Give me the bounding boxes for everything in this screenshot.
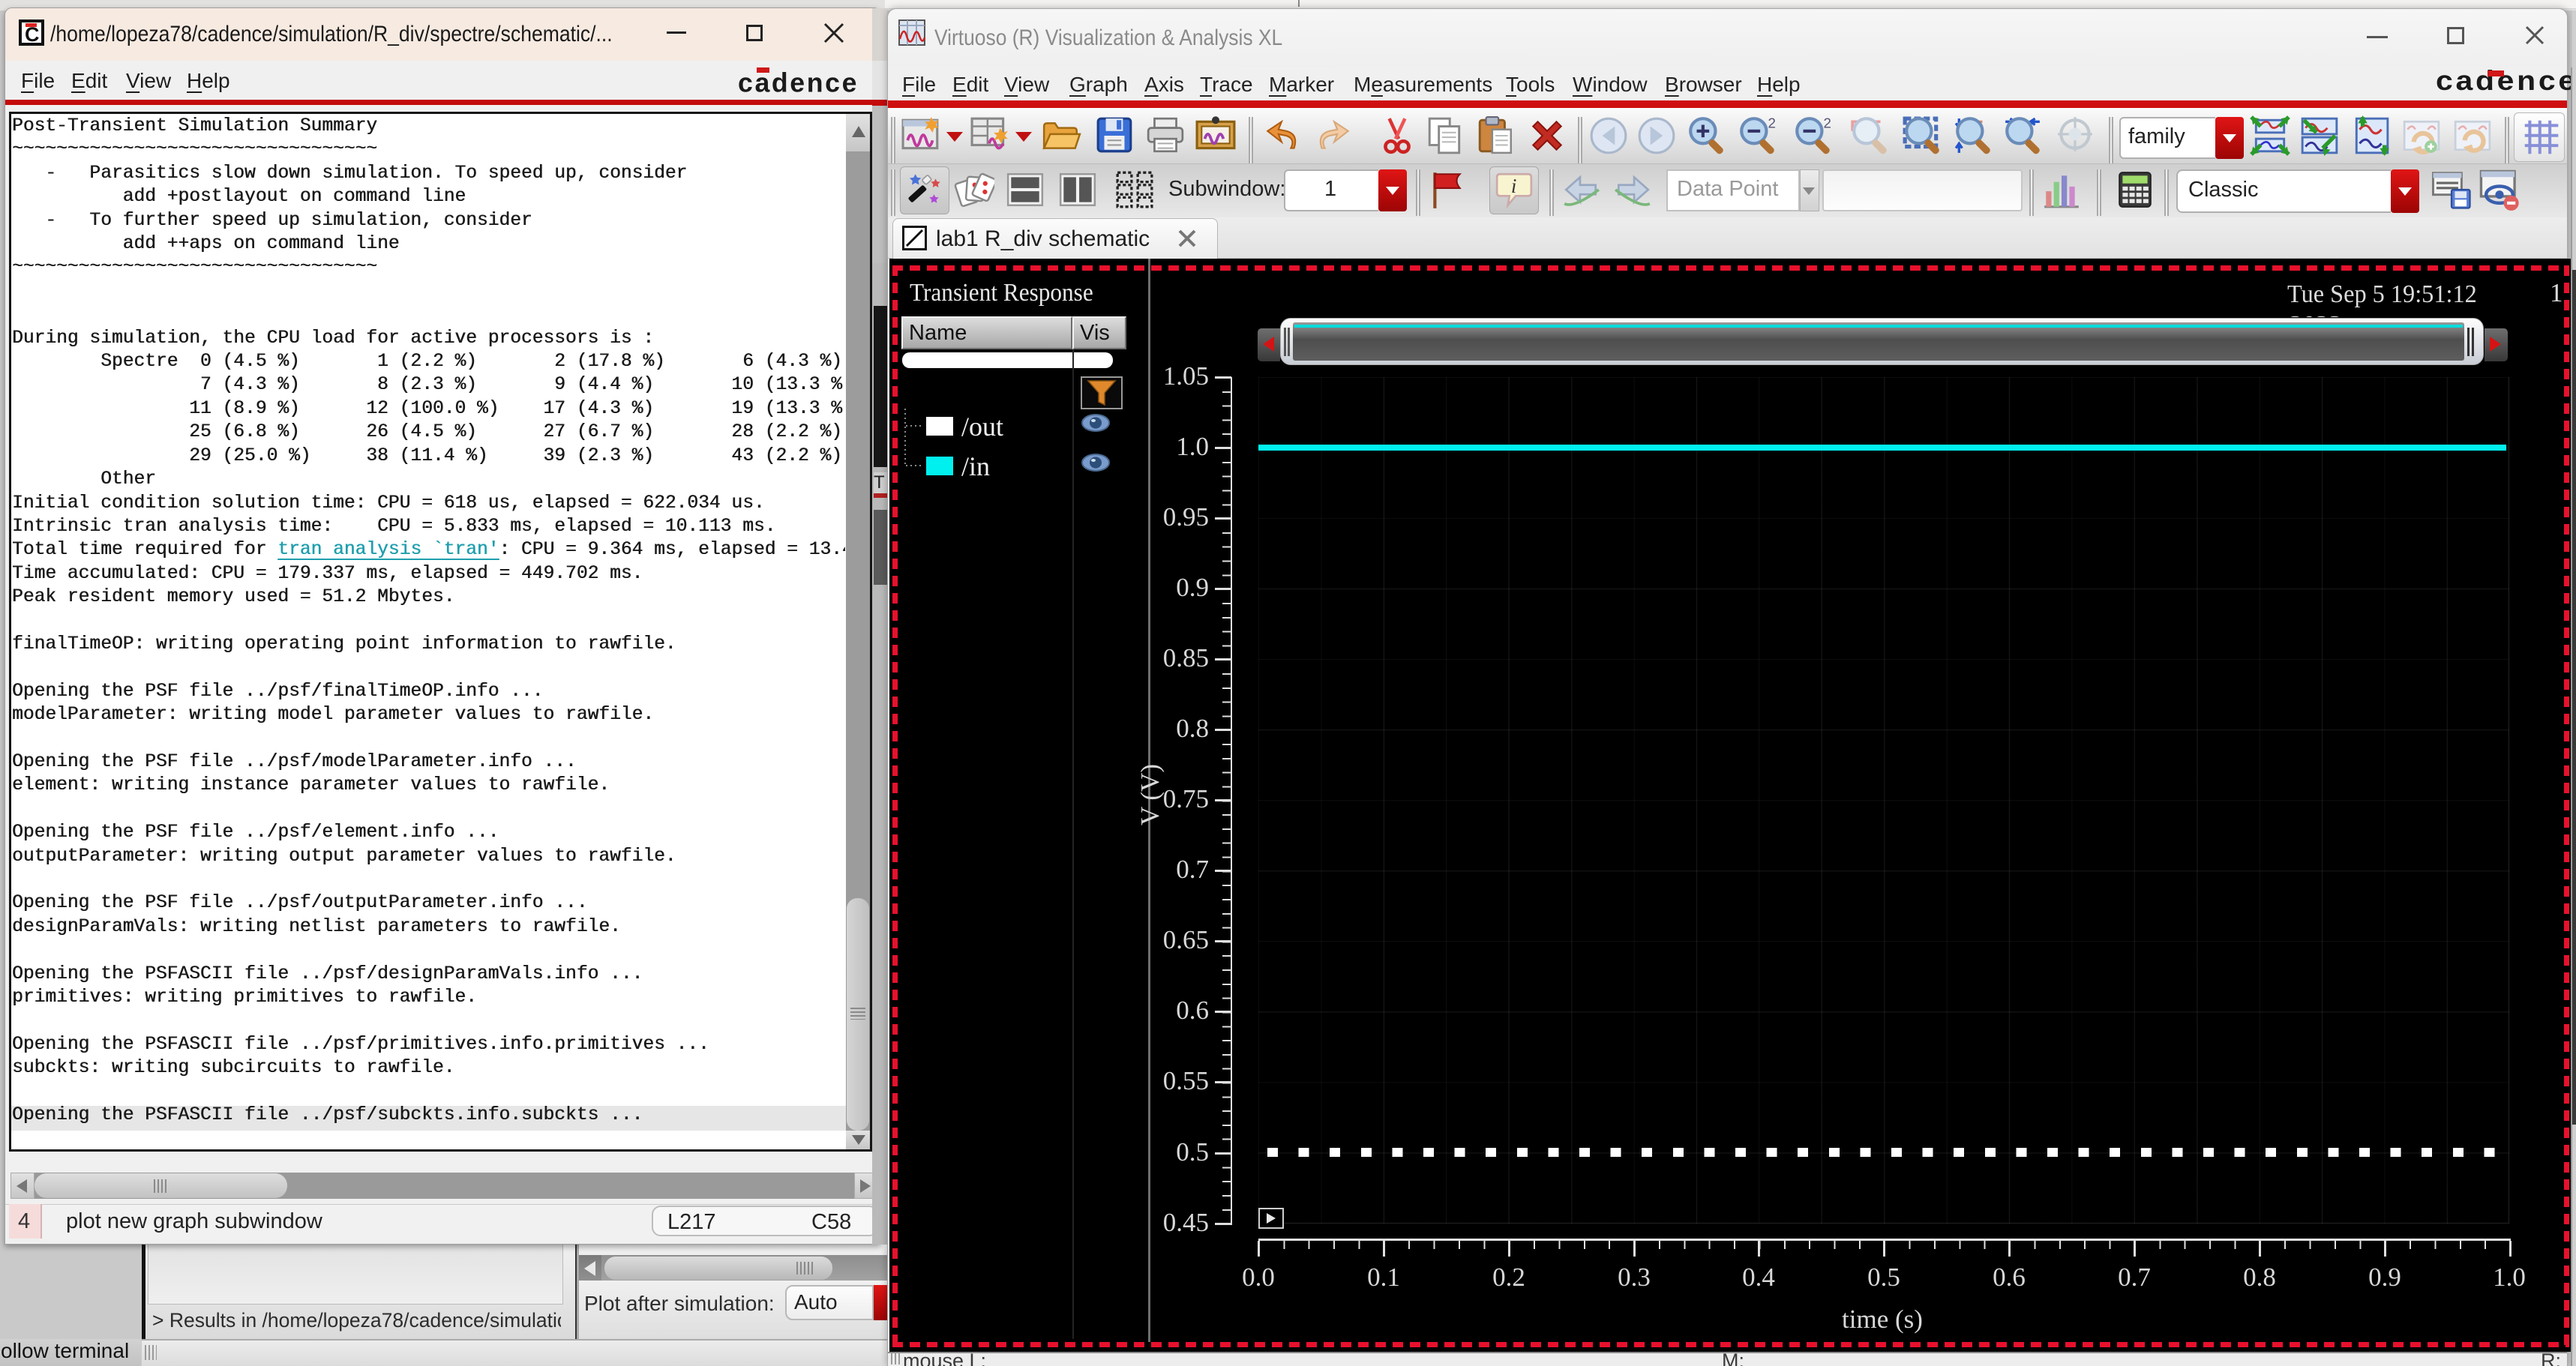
svg-text:i: i xyxy=(1511,175,1517,197)
svg-text:2: 2 xyxy=(1824,115,1831,131)
svg-text:2: 2 xyxy=(1768,115,1776,131)
